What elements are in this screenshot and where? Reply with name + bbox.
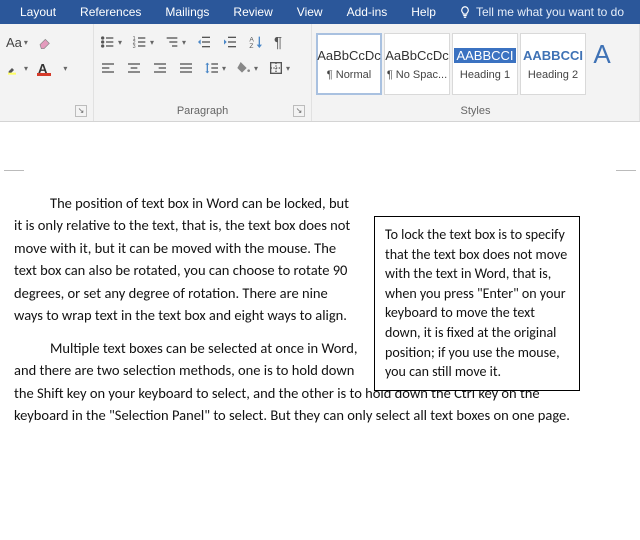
svg-text:Z: Z — [249, 43, 253, 50]
tab-view[interactable]: View — [285, 0, 335, 24]
style-heading-2[interactable]: AABBCCI Heading 2 — [520, 33, 586, 95]
pilcrow-icon: ¶ — [274, 34, 282, 51]
font-group-label: ↘ — [4, 103, 89, 121]
bullets-icon — [100, 34, 116, 50]
multilevel-icon — [164, 34, 180, 50]
floating-text-box[interactable]: To lock the text box is to specify that … — [374, 216, 580, 391]
font-group: Aa▾ ▾ A ▾ ↘ — [0, 24, 94, 121]
justify-button[interactable] — [176, 57, 196, 79]
change-case-button[interactable]: Aa▾ — [4, 31, 30, 53]
ribbon-tab-bar: Layout References Mailings Review View A… — [0, 0, 640, 24]
sort-button[interactable]: AZ — [246, 31, 266, 53]
paragraph-dialog-launcher[interactable]: ↘ — [293, 105, 305, 117]
page-corner-left — [4, 170, 24, 190]
text-highlight-button[interactable]: ▾ — [4, 57, 30, 79]
document-area[interactable]: The position of text box in Word can be … — [0, 122, 640, 540]
eraser-icon — [38, 34, 54, 50]
tab-references[interactable]: References — [68, 0, 153, 24]
align-center-icon — [126, 60, 142, 76]
clear-formatting-button[interactable] — [36, 31, 56, 53]
sort-icon: AZ — [248, 34, 264, 50]
font-dialog-launcher[interactable]: ↘ — [75, 105, 87, 117]
borders-button[interactable]: ▾ — [266, 57, 292, 79]
decrease-indent-button[interactable] — [194, 31, 214, 53]
page-corner-right — [616, 170, 636, 190]
indent-icon — [222, 34, 238, 50]
svg-text:3: 3 — [133, 44, 136, 50]
tab-addins[interactable]: Add-ins — [335, 0, 400, 24]
align-right-button[interactable] — [150, 57, 170, 79]
tell-me-label: Tell me what you want to do — [476, 5, 624, 19]
outdent-icon — [196, 34, 212, 50]
style-more-indicator: A — [588, 33, 616, 95]
paint-bucket-icon — [236, 60, 252, 76]
style-no-spacing[interactable]: AaBbCcDc ¶ No Spac... — [384, 33, 450, 95]
show-hide-marks-button[interactable]: ¶ — [272, 31, 284, 53]
line-spacing-icon — [204, 60, 220, 76]
lightbulb-icon — [458, 5, 472, 19]
tab-mailings[interactable]: Mailings — [153, 0, 221, 24]
highlighter-icon — [6, 60, 22, 76]
numbering-button[interactable]: 123▾ — [130, 31, 156, 53]
tab-help[interactable]: Help — [399, 0, 448, 24]
paragraph-group: ▾ 123▾ ▾ AZ ¶ — [94, 24, 312, 121]
align-right-icon — [152, 60, 168, 76]
font-color-button[interactable]: A ▾ — [36, 57, 69, 79]
text-box-content[interactable]: To lock the text box is to specify that … — [385, 226, 567, 380]
line-spacing-button[interactable]: ▾ — [202, 57, 228, 79]
shading-button[interactable]: ▾ — [234, 57, 260, 79]
ribbon: Aa▾ ▾ A ▾ ↘ — [0, 24, 640, 122]
style-normal[interactable]: AaBbCcDc ¶ Normal — [316, 33, 382, 95]
tab-review[interactable]: Review — [221, 0, 284, 24]
svg-text:A: A — [249, 36, 254, 43]
multilevel-list-button[interactable]: ▾ — [162, 31, 188, 53]
styles-gallery[interactable]: AaBbCcDc ¶ Normal AaBbCcDc ¶ No Spac... … — [316, 31, 635, 95]
align-left-icon — [100, 60, 116, 76]
align-left-button[interactable] — [98, 57, 118, 79]
justify-icon — [178, 60, 194, 76]
numbering-icon: 123 — [132, 34, 148, 50]
tell-me-search[interactable]: Tell me what you want to do — [448, 5, 624, 19]
increase-indent-button[interactable] — [220, 31, 240, 53]
bullets-button[interactable]: ▾ — [98, 31, 124, 53]
styles-group: AaBbCcDc ¶ Normal AaBbCcDc ¶ No Spac... … — [312, 24, 640, 121]
tab-layout[interactable]: Layout — [8, 0, 68, 24]
style-heading-1[interactable]: AABBCCI Heading 1 — [452, 33, 518, 95]
align-center-button[interactable] — [124, 57, 144, 79]
borders-icon — [268, 60, 284, 76]
paragraph-group-label: Paragraph ↘ — [98, 103, 307, 121]
styles-group-label: Styles — [316, 103, 635, 121]
